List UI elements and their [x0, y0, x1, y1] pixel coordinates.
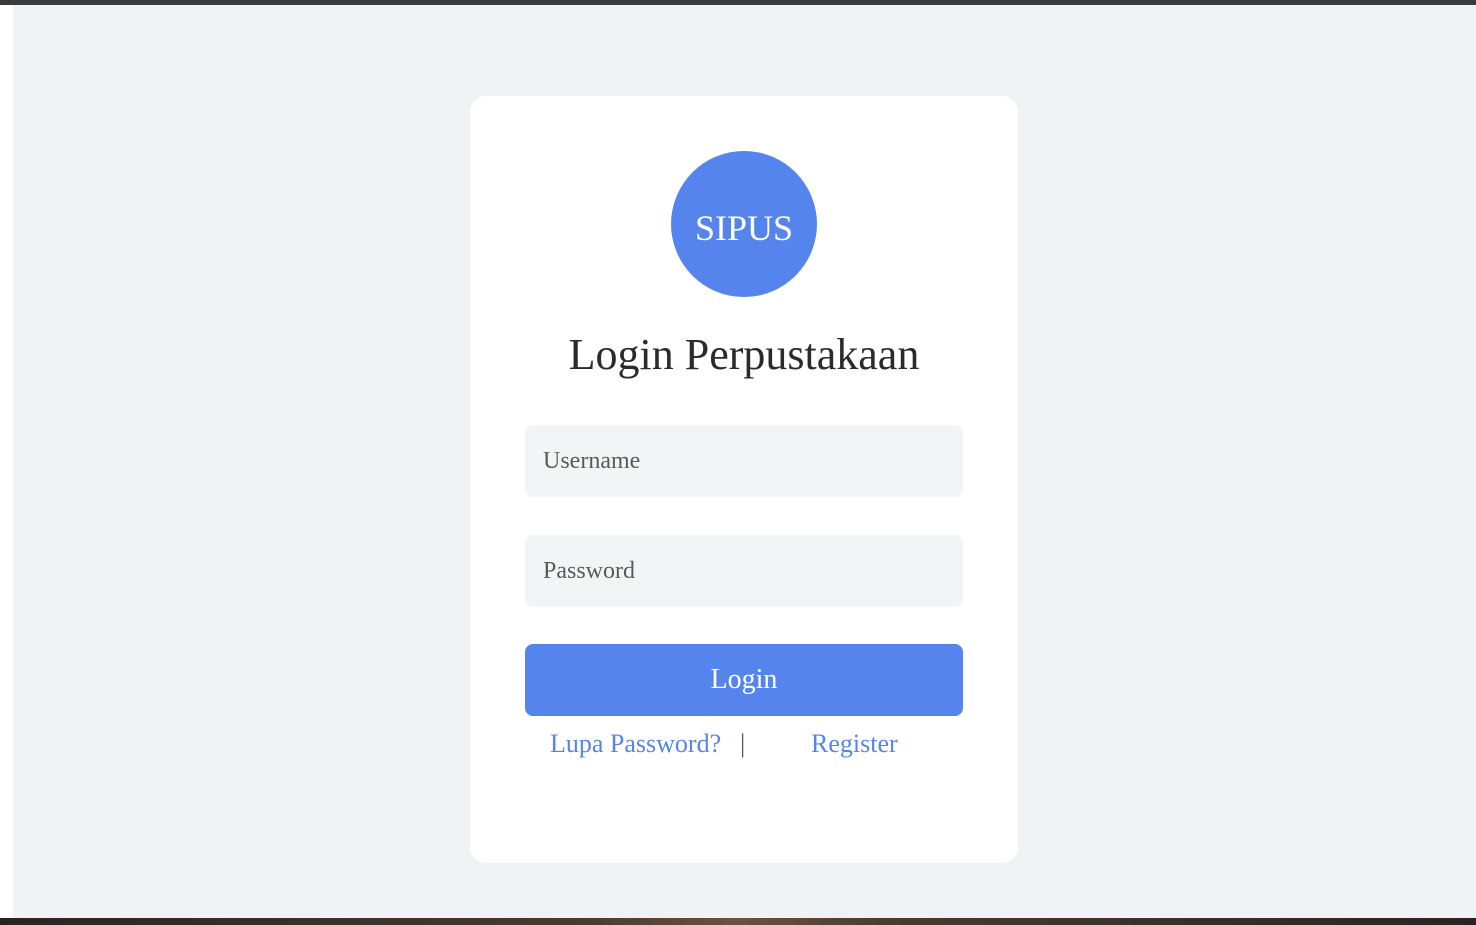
page-title: Login Perpustakaan — [568, 330, 920, 379]
password-input[interactable] — [525, 535, 963, 607]
username-input[interactable] — [525, 425, 963, 497]
app-logo: SIPUS — [671, 151, 817, 297]
register-link[interactable]: Register — [811, 729, 898, 759]
logo-text: SIPUS — [694, 208, 794, 248]
login-card: SIPUS Login Perpustakaan Login Lupa Pass… — [470, 96, 1018, 863]
window-bottom-border — [0, 918, 1476, 925]
auth-links: Lupa Password? | Register — [470, 729, 1018, 765]
login-button[interactable]: Login — [525, 644, 963, 716]
link-separator: | — [740, 729, 746, 758]
page-viewport: SIPUS Login Perpustakaan Login Lupa Pass… — [13, 5, 1476, 918]
forgot-password-link[interactable]: Lupa Password? — [550, 729, 721, 759]
left-edge-strip — [0, 5, 13, 918]
